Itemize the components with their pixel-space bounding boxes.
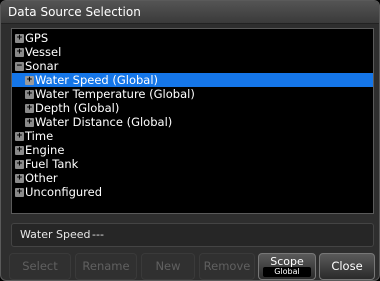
close-button[interactable]: Close [319,253,375,280]
tree-item[interactable]: + Time [12,129,373,143]
expand-icon[interactable]: + [15,188,24,197]
tree-item[interactable]: + Vessel [12,45,373,59]
tree-item-label: Fuel Tank [25,157,79,171]
tree-item[interactable]: + Fuel Tank [12,157,373,171]
tree-item-label: Water Temperature (Global) [35,87,195,101]
tree-item[interactable]: + Water Distance (Global) [12,115,373,129]
remove-button[interactable]: Remove [199,253,255,280]
tree-item[interactable]: + Water Speed (Global) [12,73,373,87]
expand-icon[interactable]: + [15,146,24,155]
tree-item-label: Water Speed (Global) [35,73,159,87]
scope-value: Global [263,267,311,277]
tree-item-label: Water Distance (Global) [35,115,173,129]
scope-button[interactable]: Scope Global [258,253,316,280]
expand-icon[interactable]: + [25,104,34,113]
select-button[interactable]: Select [9,253,71,280]
tree-item[interactable]: + Depth (Global) [12,101,373,115]
data-source-tree[interactable]: + GPS + Vessel − Sonar + Water Speed (Global) + W… [11,28,374,214]
dialog-title: Data Source Selection [8,5,141,19]
collapse-icon[interactable]: − [15,62,24,71]
status-label: Water Speed [20,228,91,241]
tree-item-label: Other [25,171,58,185]
tree-item-label: GPS [25,31,49,45]
tree-item-label: Time [25,129,54,143]
tree-item[interactable]: + Other [12,171,373,185]
expand-icon[interactable]: + [25,118,34,127]
tree-item[interactable]: + Unconfigured [12,185,373,199]
rename-button[interactable]: Rename [75,253,137,280]
status-value: --- [92,228,104,241]
expand-icon[interactable]: + [15,48,24,57]
expand-icon[interactable]: + [15,132,24,141]
new-button[interactable]: New [141,253,195,280]
tree-item[interactable]: − Sonar [12,59,373,73]
tree-item-label: Sonar [25,59,59,73]
tree-item-label: Unconfigured [25,185,103,199]
tree-item[interactable]: + GPS [12,31,373,45]
tree-item-label: Depth (Global) [35,101,120,115]
tree-item-label: Engine [25,143,65,157]
expand-icon[interactable]: + [15,174,24,183]
expand-icon[interactable]: + [15,34,24,43]
expand-icon[interactable]: + [25,90,34,99]
expand-icon[interactable]: + [25,76,34,85]
data-source-selection-dialog: Data Source Selection + GPS + Vessel − Sonar +… [0,0,380,281]
status-panel: Water Speed --- [11,223,374,247]
tree-item[interactable]: + Engine [12,143,373,157]
title-bar: Data Source Selection [1,1,379,24]
expand-icon[interactable]: + [15,160,24,169]
tree-item[interactable]: + Water Temperature (Global) [12,87,373,101]
tree-item-label: Vessel [25,45,62,59]
